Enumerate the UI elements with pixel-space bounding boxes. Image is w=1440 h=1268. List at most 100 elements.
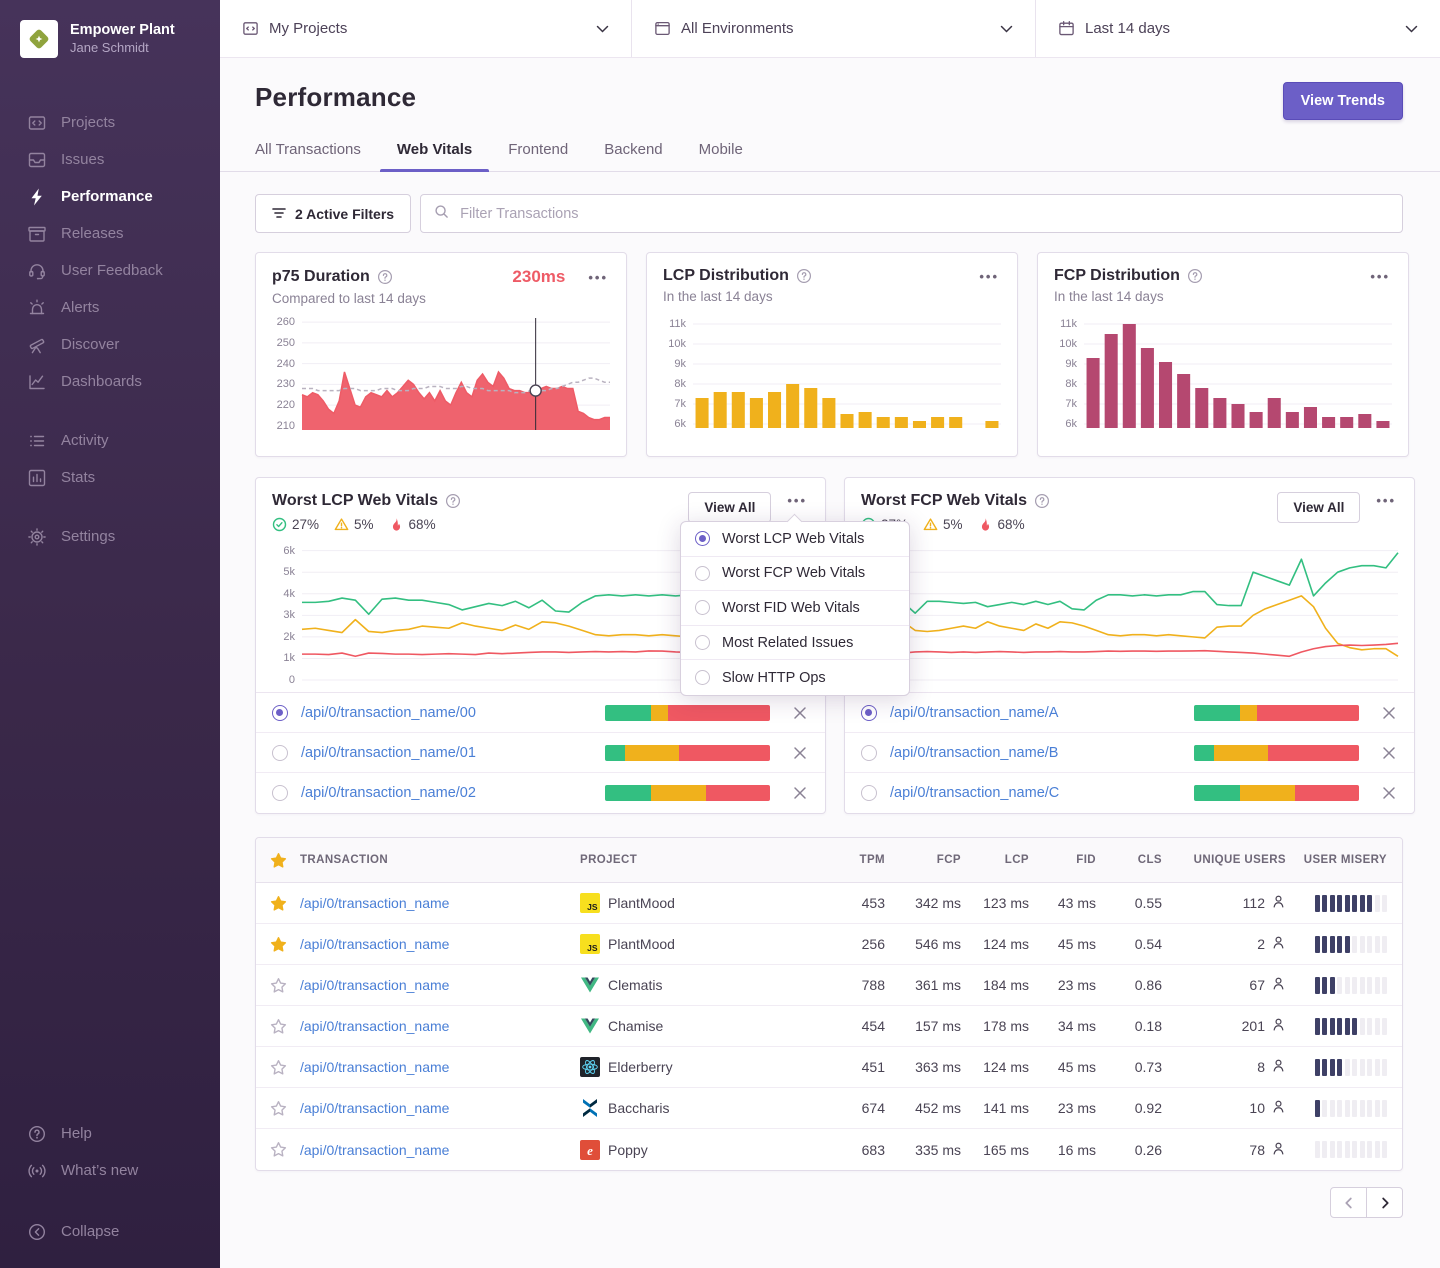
tab-frontend[interactable]: Frontend	[508, 141, 568, 171]
close-icon[interactable]	[1380, 784, 1398, 802]
transaction-link[interactable]: /api/0/transaction_name/B	[890, 745, 1194, 761]
sidebar-item-whats-new[interactable]: What’s new	[0, 1152, 220, 1189]
previous-page-button[interactable]	[1330, 1187, 1367, 1218]
view-all-button[interactable]: View All	[1277, 492, 1360, 523]
transaction-link[interactable]: /api/0/transaction_name	[300, 936, 580, 952]
star-toggle[interactable]	[256, 1059, 300, 1076]
help-icon[interactable]	[1034, 493, 1050, 509]
transaction-link[interactable]: /api/0/transaction_name	[300, 895, 580, 911]
next-page-button[interactable]	[1366, 1187, 1403, 1218]
tab-backend[interactable]: Backend	[604, 141, 662, 171]
topbar: My Projects All Environments Last 14 day…	[220, 0, 1440, 58]
radio-button[interactable]	[272, 705, 288, 721]
sidebar-item-dashboards[interactable]: Dashboards	[0, 363, 220, 400]
worst-fcp-card: Worst FCP Web Vitals 27% 5% 68% View All…	[844, 477, 1415, 814]
good-badge: 27%	[272, 517, 319, 532]
transaction-link[interactable]: /api/0/transaction_name	[300, 1142, 580, 1158]
view-all-button[interactable]: View All	[688, 492, 771, 523]
sidebar-item-releases[interactable]: Releases	[0, 215, 220, 252]
sidebar-item-projects[interactable]: Projects	[0, 104, 220, 141]
star-toggle[interactable]	[256, 977, 300, 994]
menu-item-worst-fcp[interactable]: Worst FCP Web Vitals	[681, 557, 909, 592]
help-icon[interactable]	[377, 269, 393, 285]
star-toggle[interactable]	[256, 1018, 300, 1035]
star-toggle[interactable]	[256, 1141, 300, 1158]
search-input[interactable]	[458, 205, 1389, 223]
sidebar-item-help[interactable]: Help	[0, 1115, 220, 1152]
tab-all-transactions[interactable]: All Transactions	[255, 141, 361, 171]
transaction-link[interactable]: /api/0/transaction_name	[300, 1100, 580, 1116]
project-icon: e	[580, 1140, 600, 1160]
active-filters-button[interactable]: 2 Active Filters	[255, 194, 411, 233]
context-menu-button[interactable]: •••	[586, 269, 610, 286]
tab-web-vitals[interactable]: Web Vitals	[397, 141, 472, 171]
col-tpm: TPM	[800, 854, 885, 866]
p75-card-subtitle: Compared to last 14 days	[272, 291, 610, 306]
star-toggle[interactable]	[256, 1100, 300, 1117]
radio-button[interactable]	[861, 785, 877, 801]
close-icon[interactable]	[1380, 704, 1398, 722]
context-menu-button[interactable]: •••	[1368, 268, 1392, 285]
menu-item-slow-http-ops[interactable]: Slow HTTP Ops	[681, 660, 909, 695]
sidebar-item-issues[interactable]: Issues	[0, 141, 220, 178]
close-icon[interactable]	[791, 784, 809, 802]
tab-mobile[interactable]: Mobile	[699, 141, 743, 171]
radio-button[interactable]	[861, 705, 877, 721]
help-icon[interactable]	[1187, 268, 1203, 284]
meh-badge: 5%	[923, 517, 963, 532]
project-name: Clematis	[608, 977, 662, 993]
transaction-link[interactable]: /api/0/transaction_name/A	[890, 705, 1194, 721]
menu-item-worst-fid[interactable]: Worst FID Web Vitals	[681, 591, 909, 626]
date-range-dropdown[interactable]: Last 14 days	[1036, 0, 1440, 57]
context-menu-button[interactable]: •••	[785, 492, 809, 509]
transaction-link[interactable]: /api/0/transaction_name/02	[301, 785, 605, 801]
sidebar-item-stats[interactable]: Stats	[0, 459, 220, 496]
svg-text:JS: JS	[587, 943, 598, 953]
close-icon[interactable]	[1380, 744, 1398, 762]
table-header: TRANSACTION PROJECT TPM FCP LCP FID CLS …	[256, 838, 1402, 883]
transaction-link[interactable]: /api/0/transaction_name	[300, 1018, 580, 1034]
menu-item-most-related-issues[interactable]: Most Related Issues	[681, 626, 909, 661]
sidebar-item-alerts[interactable]: Alerts	[0, 289, 220, 326]
help-icon[interactable]	[796, 268, 812, 284]
user-feedback-icon	[26, 260, 47, 281]
transaction-link[interactable]: /api/0/transaction_name/01	[301, 745, 605, 761]
meh-badge: 5%	[334, 517, 374, 532]
project-icon	[580, 1098, 600, 1118]
radio-button[interactable]	[861, 745, 877, 761]
cls-value: 0.26	[1096, 1142, 1162, 1158]
help-icon[interactable]	[445, 493, 461, 509]
context-menu-button[interactable]: •••	[1374, 492, 1398, 509]
transaction-link[interactable]: /api/0/transaction_name/00	[301, 705, 605, 721]
project-name: PlantMood	[608, 936, 675, 952]
project-filter-dropdown[interactable]: My Projects	[220, 0, 632, 57]
close-icon[interactable]	[791, 704, 809, 722]
calendar-icon	[1058, 20, 1075, 37]
org-switcher[interactable]: Empower Plant Jane Schmidt	[0, 14, 220, 82]
col-lcp: LCP	[961, 854, 1029, 866]
menu-item-worst-lcp[interactable]: Worst LCP Web Vitals	[681, 522, 909, 557]
star-toggle[interactable]	[256, 936, 300, 953]
transaction-link[interactable]: /api/0/transaction_name/C	[890, 785, 1194, 801]
worst-fcp-chart	[891, 542, 1398, 680]
sidebar-collapse-button[interactable]: Collapse	[0, 1213, 220, 1250]
sidebar-item-activity[interactable]: Activity	[0, 422, 220, 459]
sidebar-item-performance[interactable]: Performance	[0, 178, 220, 215]
transaction-link[interactable]: /api/0/transaction_name	[300, 1059, 580, 1075]
sidebar-item-discover[interactable]: Discover	[0, 326, 220, 363]
radio-button[interactable]	[272, 785, 288, 801]
star-toggle[interactable]	[256, 895, 300, 912]
tpm-value: 674	[800, 1100, 885, 1116]
p75-y-axis: 260250240230220210	[272, 318, 302, 430]
close-icon[interactable]	[791, 744, 809, 762]
view-trends-button[interactable]: View Trends	[1283, 82, 1403, 120]
fid-value: 45 ms	[1029, 1059, 1096, 1075]
environment-filter-dropdown[interactable]: All Environments	[632, 0, 1036, 57]
sidebar-item-user-feedback[interactable]: User Feedback	[0, 252, 220, 289]
context-menu-button[interactable]: •••	[977, 268, 1001, 285]
radio-button[interactable]	[272, 745, 288, 761]
transaction-link[interactable]: /api/0/transaction_name	[300, 977, 580, 993]
sidebar-item-settings[interactable]: Settings	[0, 518, 220, 555]
sidebar: Empower Plant Jane Schmidt Projects Issu…	[0, 0, 220, 1268]
filter-icon	[272, 206, 286, 222]
